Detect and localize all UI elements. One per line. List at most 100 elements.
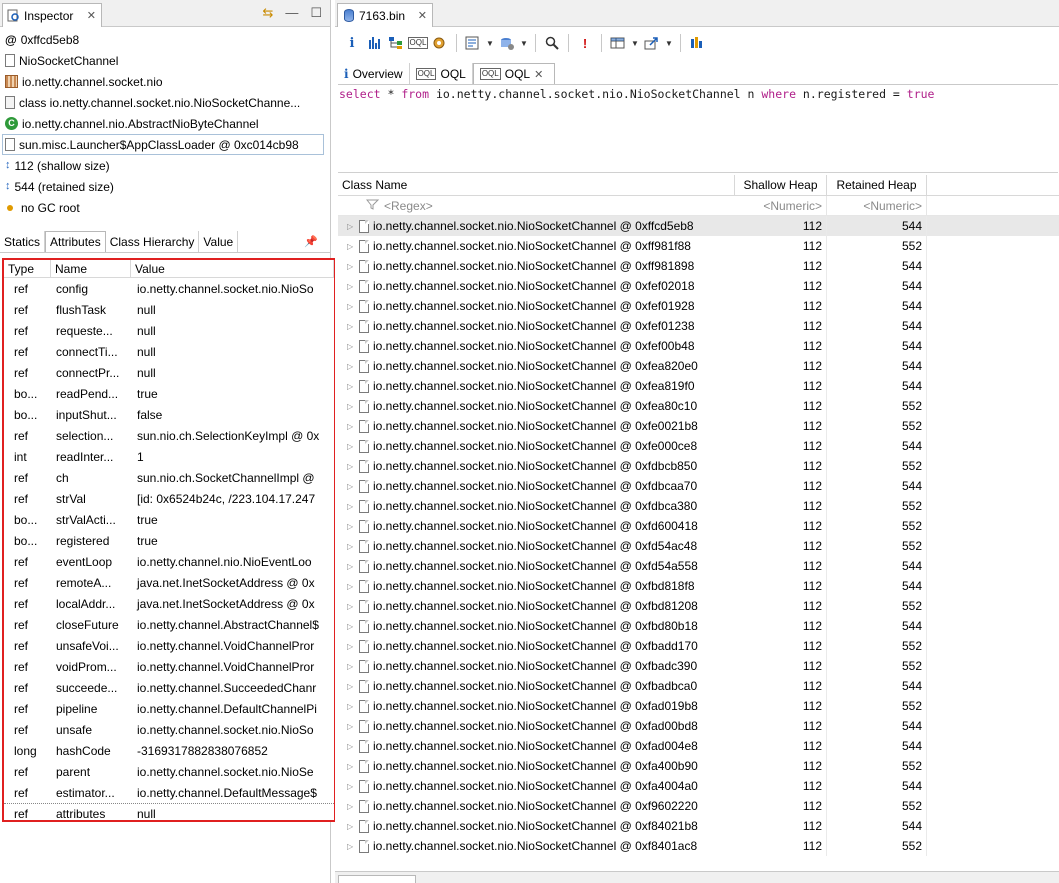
retained-filter-input[interactable]: <Numeric> [827, 196, 927, 215]
attribute-row[interactable]: ref requeste... null [4, 320, 334, 341]
table-row[interactable]: ▷ io.netty.channel.socket.nio.NioSocketCh… [338, 396, 1059, 416]
attribute-row[interactable]: ref eventLoop io.netty.channel.nio.NioEven… [4, 551, 334, 572]
attribute-row[interactable]: ref connectTi... null [4, 341, 334, 362]
attribute-row[interactable]: ref localAddr... java.net.InetSocketAddres… [4, 593, 334, 614]
chevron-down-icon[interactable]: ▼ [518, 33, 530, 53]
attribute-row[interactable]: ref succeede... io.netty.channel.Succeeded… [4, 677, 334, 698]
table-row[interactable]: ▷ io.netty.channel.socket.nio.NioSocketCh… [338, 236, 1059, 256]
table-row[interactable]: ▷ io.netty.channel.socket.nio.NioSocketCh… [338, 796, 1059, 816]
table-row[interactable]: ▷ io.netty.channel.socket.nio.NioSocketCh… [338, 456, 1059, 476]
inspector-row[interactable]: no GC root [0, 197, 330, 218]
attribute-row[interactable]: ref parent io.netty.channel.socket.nio.Nio… [4, 761, 334, 782]
table-row[interactable]: ▷ io.netty.channel.socket.nio.NioSocketCh… [338, 716, 1059, 736]
column-header-value[interactable]: Value [131, 260, 334, 277]
table-row[interactable]: ▷ io.netty.channel.socket.nio.NioSocketCh… [338, 256, 1059, 276]
tab-overview[interactable]: i Overview [338, 63, 410, 84]
attribute-row[interactable]: ref unsafe io.netty.channel.socket.nio.Nio… [4, 719, 334, 740]
attribute-row[interactable]: ref flushTask null [4, 299, 334, 320]
table-row[interactable]: ▷ io.netty.channel.socket.nio.NioSocketCh… [338, 516, 1059, 536]
expand-arrow-icon[interactable]: ▷ [347, 782, 355, 791]
chevron-down-icon[interactable]: ▼ [663, 33, 675, 53]
table-row[interactable]: ▷ io.netty.channel.socket.nio.NioSocketCh… [338, 596, 1059, 616]
expand-arrow-icon[interactable]: ▷ [347, 362, 355, 371]
expand-arrow-icon[interactable]: ▷ [347, 502, 355, 511]
inspector-row[interactable]: class io.netty.channel.socket.nio.NioSoc… [0, 92, 330, 113]
overview-info-icon[interactable]: i [341, 33, 363, 53]
expand-arrow-icon[interactable]: ▷ [347, 222, 355, 231]
table-row[interactable]: ▷ io.netty.channel.socket.nio.NioSocketCh… [338, 656, 1059, 676]
attribute-row[interactable]: ref pipeline io.netty.channel.DefaultChann… [4, 698, 334, 719]
table-row[interactable]: ▷ io.netty.channel.socket.nio.NioSocketCh… [338, 776, 1059, 796]
inspector-row[interactable]: NioSocketChannel [0, 50, 330, 71]
expand-arrow-icon[interactable]: ▷ [347, 822, 355, 831]
expand-arrow-icon[interactable]: ▷ [347, 382, 355, 391]
leak-suspects-icon[interactable]: ! [574, 33, 596, 53]
heap-dump-overview-icon[interactable] [496, 33, 518, 53]
attribute-row[interactable]: bo... strValActi... true [4, 509, 334, 530]
table-row[interactable]: ▷ io.netty.channel.socket.nio.NioSocketCh… [338, 756, 1059, 776]
attribute-row[interactable]: ref estimator... io.netty.channel.DefaultM… [4, 782, 334, 803]
table-row[interactable]: ▷ io.netty.channel.socket.nio.NioSocketCh… [338, 276, 1059, 296]
attribute-row[interactable]: bo... readPend... true [4, 383, 334, 404]
tab-notes[interactable] [338, 875, 416, 883]
column-header-name[interactable]: Name [51, 260, 131, 277]
thread-overview-icon[interactable] [429, 33, 451, 53]
expand-arrow-icon[interactable]: ▷ [347, 802, 355, 811]
table-row[interactable]: ▷ io.netty.channel.socket.nio.NioSocketCh… [338, 336, 1059, 356]
expand-arrow-icon[interactable]: ▷ [347, 282, 355, 291]
close-icon[interactable]: ✕ [87, 9, 96, 22]
tab-inspector[interactable]: Inspector ✕ [2, 3, 102, 27]
expand-arrow-icon[interactable]: ▷ [347, 702, 355, 711]
inspector-row[interactable]: ↕ 112 (shallow size) [0, 155, 330, 176]
expand-arrow-icon[interactable]: ▷ [347, 582, 355, 591]
table-row[interactable]: ▷ io.netty.channel.socket.nio.NioSocketCh… [338, 676, 1059, 696]
attribute-row[interactable]: long hashCode -3169317882838076852 [4, 740, 334, 761]
expand-arrow-icon[interactable]: ▷ [347, 542, 355, 551]
regex-filter-input[interactable]: <Regex> [384, 199, 433, 213]
expand-arrow-icon[interactable]: ▷ [347, 482, 355, 491]
expand-arrow-icon[interactable]: ▷ [347, 262, 355, 271]
export-icon[interactable] [641, 33, 663, 53]
attribute-row[interactable]: ref remoteA... java.net.InetSocketAddress … [4, 572, 334, 593]
expand-arrow-icon[interactable]: ▷ [347, 662, 355, 671]
close-icon[interactable]: ✕ [418, 9, 427, 22]
column-header-shallow-heap[interactable]: Shallow Heap [735, 175, 827, 195]
attribute-row[interactable]: ref connectPr... null [4, 362, 334, 383]
inspector-row[interactable]: Cio.netty.channel.nio.AbstractNioByteCha… [0, 113, 330, 134]
table-row[interactable]: ▷ io.netty.channel.socket.nio.NioSocketCh… [338, 216, 1059, 236]
dominator-tree-icon[interactable] [385, 33, 407, 53]
table-row[interactable]: ▷ io.netty.channel.socket.nio.NioSocketCh… [338, 316, 1059, 336]
expand-arrow-icon[interactable]: ▷ [347, 842, 355, 851]
table-row[interactable]: ▷ io.netty.channel.socket.nio.NioSocketCh… [338, 436, 1059, 456]
table-row[interactable]: ▷ io.netty.channel.socket.nio.NioSocketCh… [338, 496, 1059, 516]
tab-oql-1[interactable]: OQL OQL [410, 63, 473, 84]
expand-arrow-icon[interactable]: ▷ [347, 602, 355, 611]
tab-attributes[interactable]: Attributes [45, 231, 106, 252]
pin-icon[interactable]: 📌 [300, 231, 322, 252]
expand-arrow-icon[interactable]: ▷ [347, 302, 355, 311]
attribute-row[interactable]: ref selection... sun.nio.ch.SelectionKeyIm… [4, 425, 334, 446]
expand-arrow-icon[interactable]: ▷ [347, 742, 355, 751]
tab-class-hierarchy[interactable]: Class Hierarchy [106, 231, 200, 252]
attribute-row[interactable]: ref strVal [id: 0x6524b24c, /223.104.17.24… [4, 488, 334, 509]
expand-arrow-icon[interactable]: ▷ [347, 562, 355, 571]
inspector-row[interactable]: @0xffcd5eb8 [0, 29, 330, 50]
table-row[interactable]: ▷ io.netty.channel.socket.nio.NioSocketCh… [338, 636, 1059, 656]
expand-arrow-icon[interactable]: ▷ [347, 422, 355, 431]
table-row[interactable]: ▷ io.netty.channel.socket.nio.NioSocketCh… [338, 356, 1059, 376]
table-row[interactable]: ▷ io.netty.channel.socket.nio.NioSocketCh… [338, 696, 1059, 716]
calculate-retained-size-icon[interactable] [686, 33, 708, 53]
column-header-type[interactable]: Type [4, 260, 51, 277]
expand-arrow-icon[interactable]: ▷ [347, 322, 355, 331]
attribute-row[interactable]: ref closeFuture io.netty.channel.AbstractC… [4, 614, 334, 635]
expand-arrow-icon[interactable]: ▷ [347, 522, 355, 531]
expand-arrow-icon[interactable]: ▷ [347, 722, 355, 731]
table-row[interactable]: ▷ io.netty.channel.socket.nio.NioSocketCh… [338, 296, 1059, 316]
inspector-row[interactable]: ↕ 544 (retained size) [0, 176, 330, 197]
tab-oql-2[interactable]: OQL OQL ✕ [472, 63, 556, 84]
expand-arrow-icon[interactable]: ▷ [347, 642, 355, 651]
histogram-icon[interactable] [363, 33, 385, 53]
regex-filter-cell[interactable]: <Regex> [338, 198, 735, 213]
minimize-icon[interactable]: — [285, 5, 298, 21]
table-row[interactable]: ▷ io.netty.channel.socket.nio.NioSocketCh… [338, 816, 1059, 836]
